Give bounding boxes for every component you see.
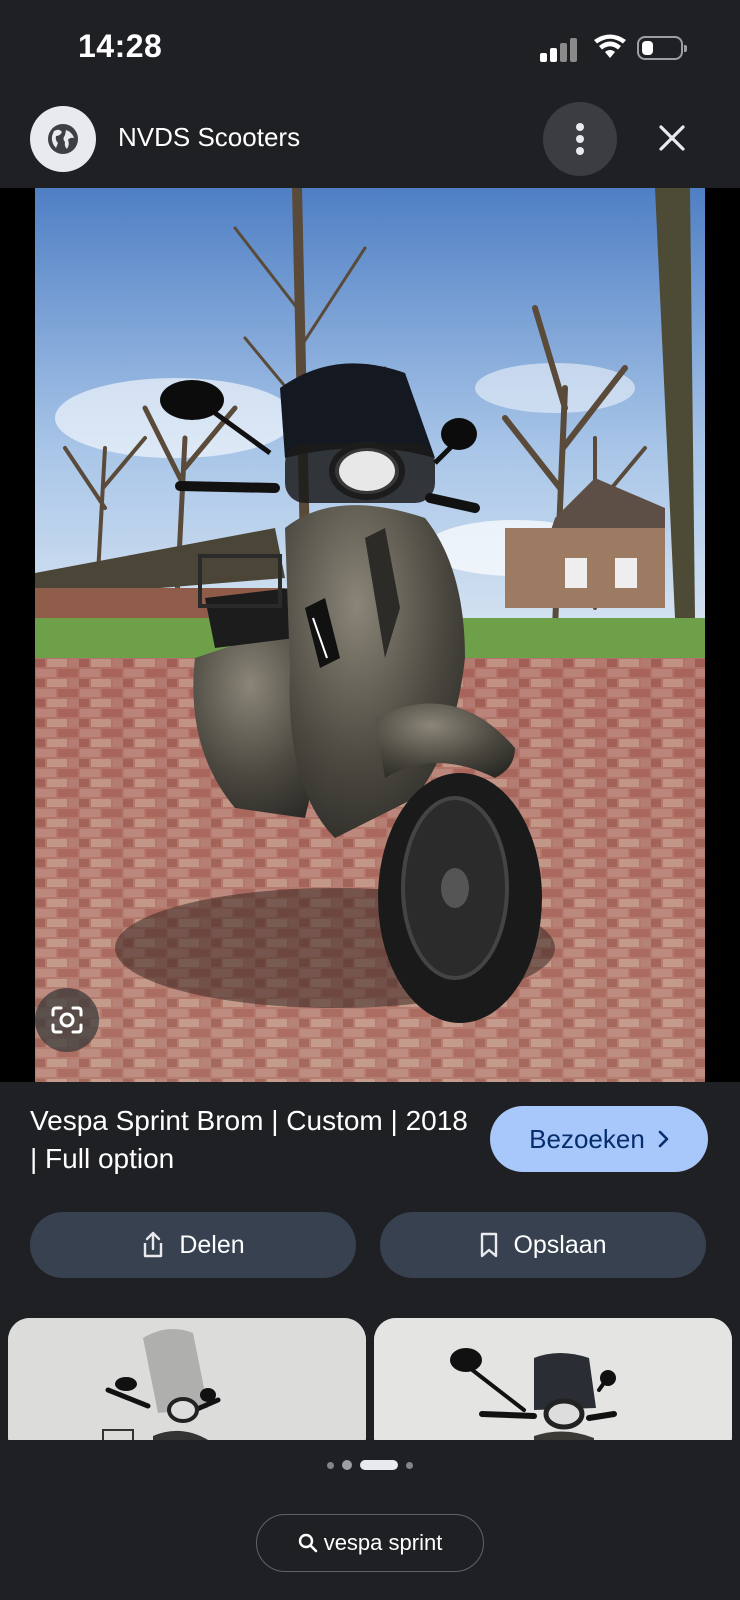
pagination-dot[interactable] (406, 1461, 413, 1469)
share-icon (144, 1231, 163, 1258)
google-lens-button[interactable] (35, 988, 99, 1052)
pagination-dot[interactable] (327, 1461, 334, 1469)
image-viewer[interactable] (0, 188, 740, 1082)
pagination-dot-active[interactable] (360, 1460, 398, 1470)
related-images (0, 1318, 740, 1440)
wifi-icon (594, 34, 626, 62)
result-header: NVDS Scooters (0, 96, 740, 188)
save-button-label: Opslaan (513, 1230, 607, 1259)
close-icon (659, 125, 685, 151)
globe-icon[interactable] (30, 106, 96, 172)
google-lens-icon (51, 1006, 83, 1034)
related-image-thumbnail[interactable] (374, 1318, 732, 1440)
battery-level (642, 41, 653, 55)
more-options-button[interactable] (543, 102, 617, 176)
close-button[interactable] (648, 114, 696, 162)
site-name[interactable]: NVDS Scooters (118, 122, 300, 153)
search-query-chip[interactable]: vespa sprint (256, 1514, 484, 1572)
search-query-text: vespa sprint (323, 1530, 443, 1555)
pagination-dots (0, 1440, 740, 1490)
search-icon (298, 1533, 317, 1553)
pagination-dot[interactable] (342, 1460, 352, 1470)
more-vert-icon (576, 123, 584, 155)
share-button[interactable]: Delen (30, 1212, 356, 1278)
chevron-right-icon (658, 1130, 669, 1148)
share-button-label: Delen (179, 1230, 245, 1259)
battery-icon (637, 36, 687, 60)
save-button[interactable]: Opslaan (380, 1212, 706, 1278)
visit-button[interactable]: Bezoeken (490, 1106, 708, 1172)
status-time: 14:28 (78, 28, 163, 64)
status-bar: 14:28 (0, 0, 740, 96)
related-image-thumbnail[interactable] (8, 1318, 366, 1440)
scooter-photo[interactable] (35, 188, 705, 1082)
cellular-signal-icon (540, 36, 580, 62)
visit-button-label: Bezoeken (529, 1123, 645, 1154)
bookmark-icon (481, 1232, 498, 1258)
result-title[interactable]: Vespa Sprint Brom | Custom | 2018 | Full… (30, 1102, 470, 1178)
